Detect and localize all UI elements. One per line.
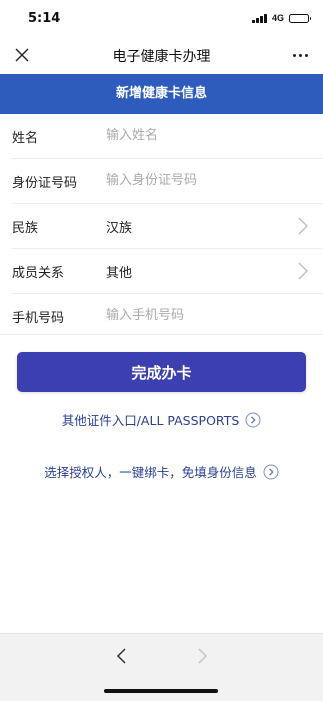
status-indicators: 4G — [252, 11, 311, 25]
relation-label: 成员关系 — [12, 266, 65, 281]
relation-value: 其他 — [106, 266, 133, 281]
id-number-label: 身份证号码 — [12, 176, 78, 191]
ethnicity-label: 民族 — [12, 221, 39, 236]
chevron-right-icon — [297, 217, 309, 235]
phone-label: 手机号码 — [12, 311, 65, 326]
phone-input[interactable] — [106, 302, 306, 328]
id-number-input[interactable] — [106, 167, 306, 193]
forward-arrow-icon — [192, 646, 212, 666]
name-row: 姓名 — [12, 114, 323, 159]
section-banner: 新增健康卡信息 — [0, 74, 323, 114]
phone-row: 手机号码 — [12, 294, 323, 338]
home-indicator — [104, 689, 218, 693]
health-card-form: 姓名 身份证号码 民族 汉族 成员关系 其他 手机号码 — [0, 114, 323, 338]
back-arrow-icon[interactable] — [112, 646, 132, 666]
other-documents-label: 其他证件入口/ALL PASSPORTS — [61, 413, 240, 428]
nav-bar: 电子健康卡办理 — [0, 36, 323, 74]
relation-row[interactable]: 成员关系 其他 — [12, 249, 323, 294]
other-documents-link[interactable]: 其他证件入口/ALL PASSPORTS — [0, 410, 323, 429]
browser-toolbar — [0, 633, 323, 701]
network-label: 4G — [271, 13, 284, 23]
more-icon[interactable] — [289, 45, 311, 65]
name-input[interactable] — [106, 122, 306, 148]
status-time: 5:14 — [28, 11, 61, 26]
authorize-link[interactable]: 选择授权人，一键绑卡，免填身份信息 — [0, 462, 323, 481]
chevron-right-icon — [297, 262, 309, 280]
ethnicity-row[interactable]: 民族 汉族 — [12, 204, 323, 249]
page-title: 电子健康卡办理 — [112, 49, 211, 65]
authorize-label: 选择授权人，一键绑卡，免填身份信息 — [44, 465, 257, 480]
circle-arrow-right-icon — [245, 412, 261, 428]
name-label: 姓名 — [12, 131, 39, 146]
battery-icon — [289, 13, 311, 23]
status-bar: 5:14 4G — [0, 0, 323, 36]
id-number-row: 身份证号码 — [12, 159, 323, 204]
form-divider — [0, 334, 323, 335]
submit-button[interactable]: 完成办卡 — [17, 352, 306, 392]
circle-arrow-right-icon — [263, 464, 279, 480]
signal-icon — [252, 13, 267, 23]
ethnicity-value: 汉族 — [106, 221, 133, 236]
